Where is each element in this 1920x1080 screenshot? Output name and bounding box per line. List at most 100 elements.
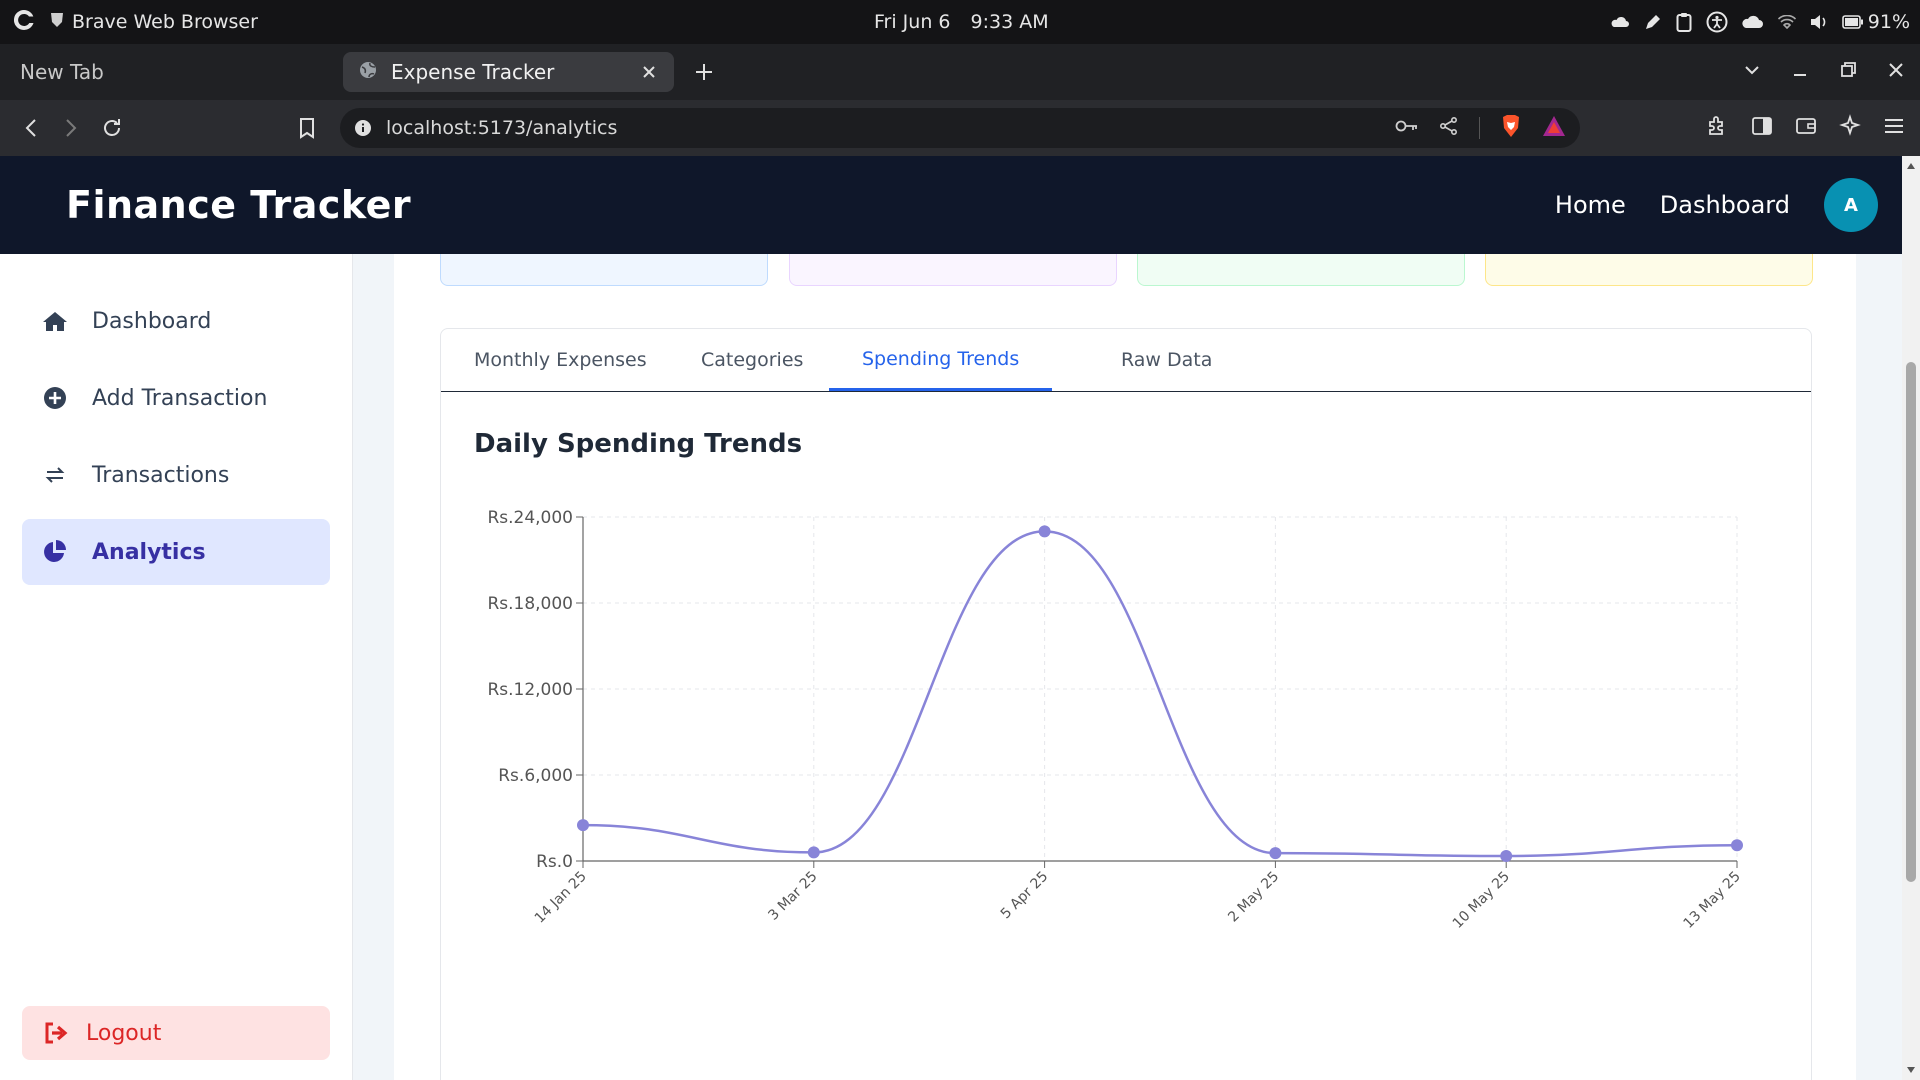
url-text: localhost:5173/analytics [386,117,618,139]
sidebar-toggle-icon[interactable] [1750,114,1774,142]
os-time: 9:33 AM [970,11,1049,33]
main-content: Monthly Expenses Categories Spending Tre… [394,254,1856,1080]
sidebar: Dashboard Add Transaction Transactions A… [0,254,353,1080]
share-icon[interactable] [1439,116,1459,140]
data-point [807,846,820,859]
analytics-tabs: Monthly Expenses Categories Spending Tre… [441,329,1811,392]
browser-tab-strip: New Tab Expense Tracker [0,44,1920,100]
globe-icon [359,60,377,84]
os-date: Fri Jun 6 [874,11,951,33]
nav-home-link[interactable]: Home [1555,191,1626,219]
browser-toolbar: localhost:5173/analytics [0,100,1920,156]
sidebar-item-dashboard[interactable]: Dashboard [22,288,330,354]
y-tick-label: Rs.0 [536,852,573,872]
tab-expense-tracker[interactable]: Expense Tracker [343,52,674,92]
back-icon[interactable] [20,116,44,144]
sidebar-item-add-transaction[interactable]: Add Transaction [22,365,330,431]
battery-percent: 91% [1867,11,1910,33]
data-point [1500,849,1513,862]
forward-icon[interactable] [58,116,82,144]
sidebar-item-analytics[interactable]: Analytics [22,519,330,585]
volume-icon[interactable] [1810,14,1828,30]
tab-monthly-expenses[interactable]: Monthly Expenses [474,329,647,391]
logout-label: Logout [86,1020,162,1046]
pen-icon[interactable] [1644,13,1662,31]
summary-card [789,254,1117,286]
summary-card [1137,254,1465,286]
battery-icon[interactable] [1841,15,1864,29]
restore-icon[interactable] [1838,60,1858,84]
data-point [577,819,589,832]
app-header: Finance Tracker Home Dashboard A [0,156,1902,254]
divider [1479,117,1480,139]
x-tick-label: 3 Mar 25 [765,869,820,924]
scroll-up-icon[interactable] [1906,162,1916,170]
close-icon[interactable] [638,61,660,88]
sidebar-item-label: Dashboard [92,308,212,334]
wallet-icon[interactable] [1794,114,1818,142]
sign-out-icon [44,1022,68,1044]
scroll-down-icon[interactable] [1906,1066,1916,1074]
wifi-icon[interactable] [1777,15,1796,29]
reload-icon[interactable] [100,116,124,144]
x-tick-label: 10 May 25 [1450,869,1513,932]
avatar[interactable]: A [1824,178,1878,232]
analytics-card: Monthly Expenses Categories Spending Tre… [440,328,1812,1080]
y-tick-label: Rs.24,000 [487,508,573,528]
data-point [1731,839,1743,852]
summary-card [1485,254,1813,286]
tab-title: Expense Tracker [391,60,555,84]
x-tick-label: 14 Jan 25 [532,869,590,927]
minimize-icon[interactable] [1790,60,1810,84]
x-tick-label: 2 May 25 [1225,869,1282,926]
menu-icon[interactable] [1882,114,1906,142]
tab-raw-data[interactable]: Raw Data [1121,329,1212,391]
clipboard-icon[interactable] [1676,12,1692,32]
accessibility-icon[interactable] [1706,11,1728,33]
cloud-icon[interactable] [1610,14,1630,30]
os-app-name[interactable]: Brave Web Browser [72,11,258,33]
sidebar-item-label: Add Transaction [92,385,268,411]
bookmark-icon[interactable] [296,116,318,144]
plus-circle-icon [42,386,68,410]
nav-dashboard-link[interactable]: Dashboard [1660,191,1790,219]
tab-categories[interactable]: Categories [701,329,803,391]
tab-spending-trends[interactable]: Spending Trends [829,329,1053,391]
home-icon [42,310,68,332]
leo-ai-icon[interactable] [1838,114,1862,142]
logout-button[interactable]: Logout [22,1006,330,1060]
data-point [1038,525,1051,538]
x-tick-label: 5 Apr 25 [998,869,1052,923]
chevron-down-icon[interactable] [1742,60,1762,84]
chart-title: Daily Spending Trends [474,429,803,459]
os-menu-icon[interactable] [12,8,36,37]
brave-shields-icon[interactable] [1500,114,1522,142]
close-window-icon[interactable] [1886,60,1906,84]
new-tab-button[interactable] [692,60,716,88]
y-tick-label: Rs.18,000 [487,594,573,614]
y-tick-label: Rs.12,000 [487,680,573,700]
sidebar-item-label: Transactions [92,462,230,488]
brave-rewards-icon[interactable] [1542,115,1566,141]
extensions-icon[interactable] [1706,114,1730,142]
page-scrollbar[interactable] [1902,156,1920,1080]
cloud-sync-icon[interactable] [1742,14,1764,30]
summary-card [440,254,768,286]
spending-trend-chart: Rs.0 Rs.6,000 Rs.12,000 Rs.18,000 Rs.24,000 1… [487,508,1743,932]
os-clock[interactable]: Fri Jun 6 9:33 AM [874,0,1049,44]
site-info-icon[interactable] [354,119,372,137]
y-tick-label: Rs.6,000 [498,766,573,786]
tab-new-tab[interactable]: New Tab [20,44,104,100]
data-point [1269,847,1282,860]
address-bar[interactable]: localhost:5173/analytics [340,108,1580,148]
exchange-icon [42,466,68,484]
brand-title[interactable]: Finance Tracker [66,156,411,254]
sidebar-item-label: Analytics [92,539,206,565]
tab-title: New Tab [20,60,104,84]
brave-app-icon [50,11,64,33]
key-icon[interactable] [1395,118,1419,138]
os-top-bar: Brave Web Browser Fri Jun 6 9:33 AM 91% [0,0,1920,44]
scroll-thumb[interactable] [1906,362,1916,882]
sidebar-item-transactions[interactable]: Transactions [22,442,330,508]
series-line [582,530,1738,858]
